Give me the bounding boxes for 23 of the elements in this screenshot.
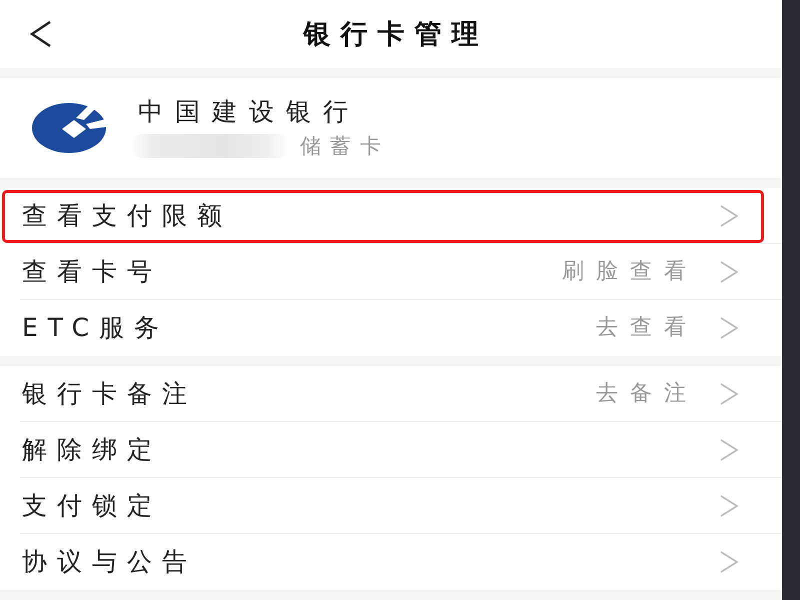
menu-label[interactable]: ETC服务 [22, 312, 170, 344]
menu-value: 去备注 [596, 380, 698, 408]
chevron-right-icon [720, 317, 738, 339]
chevron-right-icon [720, 261, 738, 283]
bank-name: 中国建设银行 [138, 96, 360, 128]
menu-value: 刷脸查看 [562, 258, 698, 286]
chevron-right-icon [720, 439, 738, 461]
menu-label[interactable]: 解除绑定 [22, 434, 162, 466]
back-icon [30, 21, 52, 47]
menu-label[interactable]: 查看卡号 [22, 256, 162, 288]
chevron-right-icon [720, 495, 738, 517]
chevron-right-icon [720, 383, 738, 405]
chevron-right-icon [720, 551, 738, 573]
menu-label[interactable]: 查看支付限额 [22, 200, 232, 232]
menu-label[interactable]: 协议与公告 [22, 546, 197, 578]
menu-value: 去查看 [596, 314, 698, 342]
chevron-right-icon [720, 205, 738, 227]
menu-label[interactable]: 银行卡备注 [22, 378, 197, 410]
card-type: 储蓄卡 [300, 133, 390, 160]
page-title: 银行卡管理 [302, 18, 488, 52]
bank-logo-icon [32, 103, 106, 153]
menu-label[interactable]: 支付锁定 [22, 490, 162, 522]
back-button[interactable] [30, 21, 52, 47]
